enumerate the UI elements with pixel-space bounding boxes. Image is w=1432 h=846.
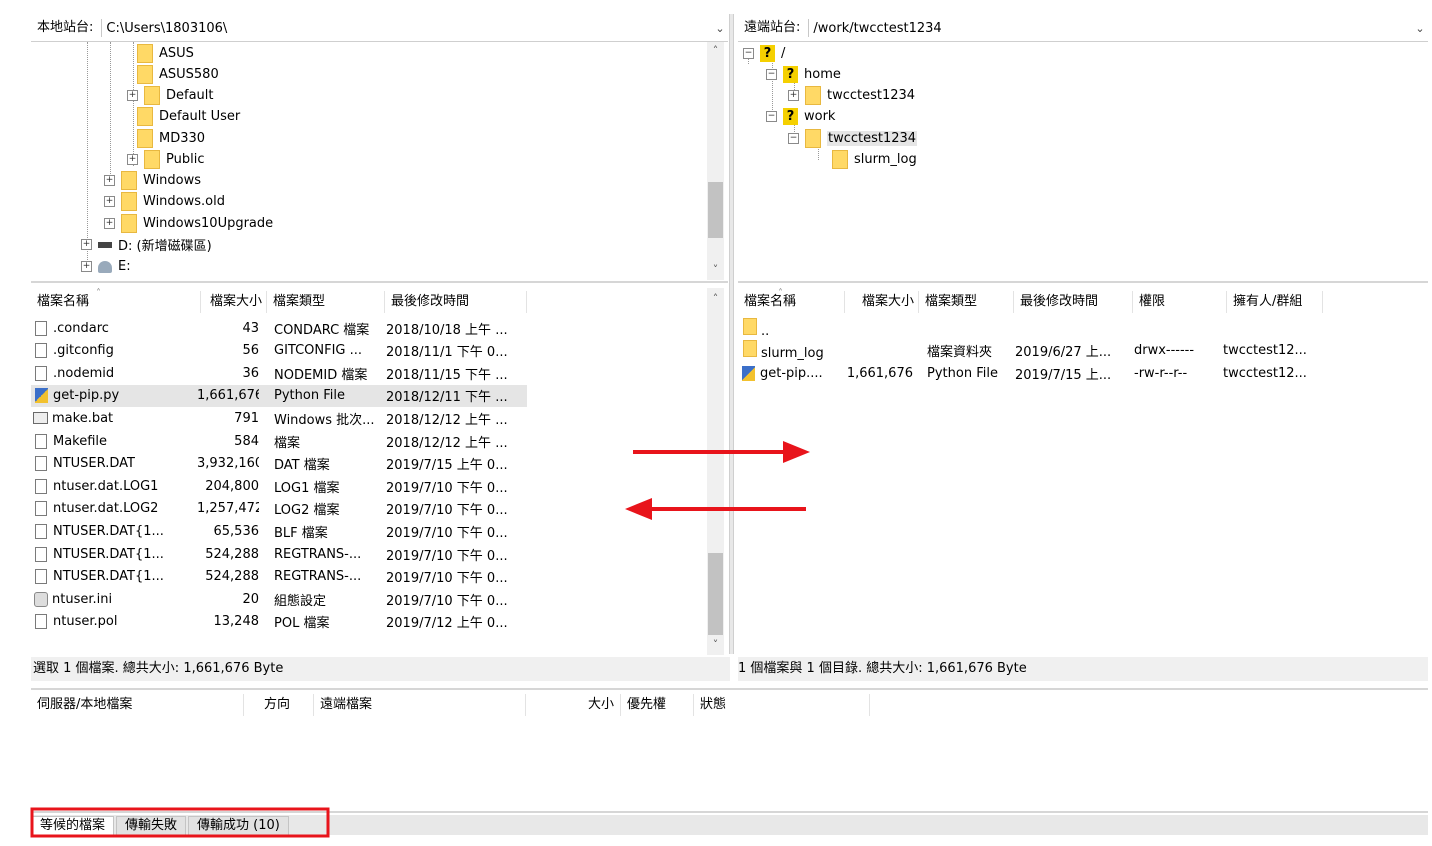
download-arrow <box>625 498 806 520</box>
highlight-box <box>30 807 330 838</box>
upload-arrow <box>633 441 810 463</box>
annotation-overlay <box>30 441 810 838</box>
